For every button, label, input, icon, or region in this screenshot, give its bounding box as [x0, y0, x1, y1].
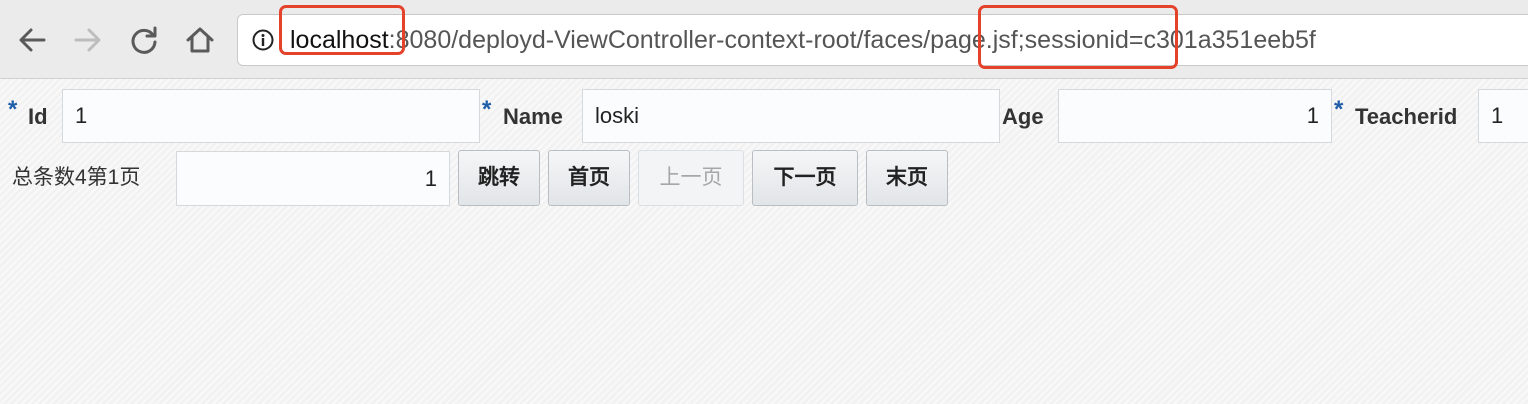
reload-icon[interactable]: [124, 20, 164, 60]
required-marker-teacherid: *: [1334, 96, 1344, 123]
back-arrow-icon[interactable]: [12, 20, 52, 60]
required-marker-id: *: [8, 96, 18, 123]
home-icon[interactable]: [180, 20, 220, 60]
prev-page-button[interactable]: 上一页: [638, 150, 744, 206]
address-bar[interactable]: localhost:8080/deployd-ViewController-co…: [237, 14, 1528, 66]
age-input[interactable]: 1: [1058, 89, 1332, 143]
pager-summary: 总条数4第1页: [12, 166, 141, 189]
next-page-button[interactable]: 下一页: [752, 150, 858, 206]
required-marker-name: *: [482, 96, 492, 123]
browser-toolbar: localhost:8080/deployd-ViewController-co…: [0, 0, 1528, 79]
url-text: localhost:8080/deployd-ViewController-co…: [290, 25, 1316, 55]
field-label-age: Age: [1002, 104, 1044, 129]
field-label-id: Id: [28, 104, 48, 129]
jump-button[interactable]: 跳转: [458, 150, 540, 206]
name-input[interactable]: loski: [582, 89, 1000, 143]
field-label-name: Name: [503, 104, 563, 129]
info-icon[interactable]: [252, 29, 274, 51]
field-label-teacherid: Teacherid: [1355, 104, 1458, 129]
teacherid-input[interactable]: 1: [1478, 89, 1528, 143]
first-page-button[interactable]: 首页: [548, 150, 630, 206]
last-page-button[interactable]: 末页: [866, 150, 948, 206]
forward-arrow-icon[interactable]: [68, 20, 108, 60]
url-host: localhost: [290, 26, 389, 54]
url-path: :8080/deployd-ViewController-context-roo…: [388, 26, 1316, 54]
id-input[interactable]: 1: [62, 89, 480, 143]
page-number-input[interactable]: 1: [176, 151, 450, 206]
